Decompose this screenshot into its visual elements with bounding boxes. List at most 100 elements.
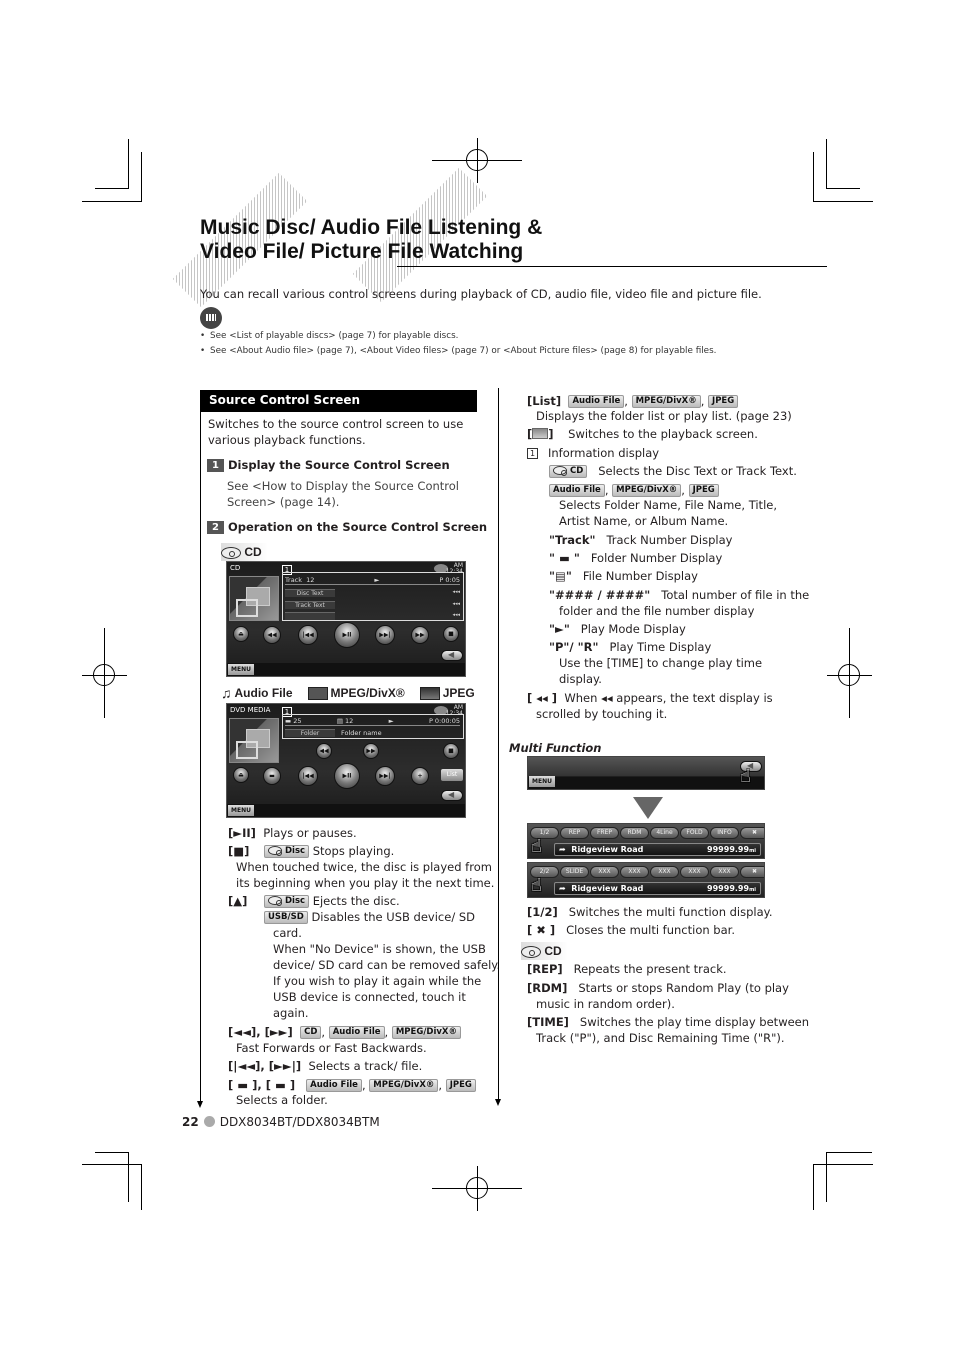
multi-function-button[interactable] <box>441 790 463 801</box>
eject-button[interactable]: ⏏ <box>233 626 249 642</box>
menu-button[interactable]: MENU <box>529 776 555 787</box>
jpeg-badge: JPEG <box>708 395 739 408</box>
desc-item: "P"/ "R" Play Time Display <box>549 640 712 654</box>
desc-item: "▤" File Number Display <box>549 569 698 583</box>
blank-text-row[interactable]: ◂◂◂ <box>285 612 460 621</box>
empty-button[interactable]: XXX <box>590 866 619 878</box>
arrow-down-icon <box>633 797 663 819</box>
navigation-bar[interactable]: ➦ Ridgeview Road 99999.99mi <box>554 843 761 856</box>
play-pause-button[interactable]: ▶II <box>334 763 360 789</box>
step-1-title: 1 Display the Source Control Screen <box>207 457 450 473</box>
page-footer: 22 DDX8034BT/DDX8034BTM <box>182 1115 380 1129</box>
playback-screen-icon <box>532 428 549 439</box>
fast-backward-button[interactable]: ◀◀ <box>316 743 332 759</box>
desc-scroll: [ ◂◂ ] When ◂◂ appears, the text display… <box>527 691 773 705</box>
playback-screen-button[interactable] <box>229 576 279 621</box>
page-number: 22 <box>182 1115 199 1129</box>
jpeg-badge: JPEG <box>445 1079 476 1092</box>
desc-folder: [ ▬ ], [ ▬ ] Audio File, MPEG/DivX®, JPE… <box>228 1077 476 1093</box>
page-title: Music Disc/ Audio File Listening & Video… <box>200 216 543 263</box>
close-bar-button[interactable]: ✖ <box>740 866 764 878</box>
previous-track-button[interactable]: |◀◀ <box>298 625 318 645</box>
empty-button[interactable]: XXX <box>620 866 649 878</box>
disc-text-row[interactable]: Disc Text ◂◂◂ <box>285 589 460 598</box>
previous-track-button[interactable]: |◀◀ <box>298 766 318 786</box>
desc-list-text: Displays the folder list or play list. (… <box>536 409 792 423</box>
multi-function-button[interactable] <box>441 650 463 661</box>
section-heading: Source Control Screen <box>200 390 477 412</box>
desc-usb-line: card. <box>273 926 302 940</box>
desc-stop-line: When touched twice, the disc is played f… <box>236 860 492 874</box>
mpeg-divx-badge: MPEG/DivX® <box>612 484 682 497</box>
scroll-icon[interactable]: ◂◂◂ <box>452 612 460 621</box>
desc-file-info: Artist Name, or Album Name. <box>559 514 729 528</box>
fold-button[interactable]: FOLD <box>680 827 709 839</box>
cd-source-label: CD <box>221 543 268 561</box>
bottom-bar <box>227 663 465 676</box>
fast-forward-button[interactable]: ▶▶ <box>411 626 429 644</box>
mpeg-divx-badge: MPEG/DivX® <box>631 395 701 408</box>
scroll-icon[interactable]: ◂◂◂ <box>452 589 460 598</box>
info-display[interactable]: Track 12 ► P 0:05 Disc Text ◂◂◂ Track Tex… <box>282 572 464 621</box>
rep-button[interactable]: REP <box>560 827 589 839</box>
empty-button[interactable]: XXX <box>650 866 679 878</box>
fast-forward-button[interactable]: ▶▶ <box>363 743 379 759</box>
title-underline <box>397 266 827 267</box>
cd-badge: CD <box>549 465 588 478</box>
disc-text-button[interactable]: Disc Text <box>285 589 335 597</box>
folder-up-button[interactable]: + <box>411 767 429 785</box>
track-text-row[interactable]: Track Text ◂◂◂ <box>285 601 460 610</box>
fast-backward-button[interactable]: ◀◀ <box>263 626 281 644</box>
play-pause-button[interactable]: ▶II <box>334 622 360 648</box>
menu-button[interactable]: MENU <box>228 664 254 675</box>
slide-button[interactable]: SLIDE <box>560 866 589 878</box>
folder-text-button[interactable]: Folder <box>285 729 335 737</box>
desc-fast-forward: [◄◄], [►►] CD, Audio File, MPEG/DivX® <box>228 1024 461 1040</box>
model-name: DDX8034BT/DDX8034BTM <box>219 1115 380 1129</box>
track-text-button[interactable]: Track Text <box>285 601 335 609</box>
folder-down-button[interactable]: ▬ <box>263 767 281 785</box>
rdm-button[interactable]: RDM <box>620 827 649 839</box>
bullet-icon <box>203 1116 215 1127</box>
track-row: Track 12 ► P 0:05 <box>285 576 460 585</box>
frep-button[interactable]: FREP <box>590 827 619 839</box>
menu-button[interactable]: MENU <box>228 805 254 816</box>
file-source-labels: ♫ Audio File MPEG/DivX® JPEG <box>221 685 475 701</box>
close-bar-button[interactable]: ✖ <box>740 827 764 839</box>
eject-button[interactable]: ⏏ <box>233 767 249 783</box>
stop-button[interactable]: ■ <box>443 626 459 642</box>
desc-usb-line: again. <box>273 1006 309 1020</box>
info-button[interactable]: INFO <box>710 827 739 839</box>
4line-button[interactable]: 4Line <box>650 827 679 839</box>
next-track-button[interactable]: ▶▶| <box>375 625 395 645</box>
cd-badge: CD <box>300 1026 322 1039</box>
desc-usb-line: USB device is connected, touch it <box>273 990 466 1004</box>
multi-function-bar-1: 1/2 REP FREP RDM 4Line FOLD INFO ✖ ➦ Rid… <box>527 823 765 859</box>
info-display[interactable]: ▬ 25 ▤ 12 ► P 0:00:05 Folder Folder name <box>282 714 464 739</box>
desc-item: "Track" Track Number Display <box>549 533 733 547</box>
desc-cd-mf: [REP] Repeats the present track. <box>527 962 727 976</box>
empty-button[interactable]: XXX <box>680 866 709 878</box>
media-control-screen: DVD MEDIA AM 12:34 1 ▬ 25 ▤ 12 ► P 0:00:0… <box>226 703 466 818</box>
empty-button[interactable]: XXX <box>710 866 739 878</box>
section-desc: various playback functions. <box>208 433 366 447</box>
file-badges: Audio File, MPEG/DivX®, JPEG <box>549 482 719 498</box>
hand-pointer-icon: ☝ <box>531 836 542 857</box>
arrow-down-icon <box>495 1099 501 1106</box>
list-button[interactable]: List <box>441 769 463 781</box>
audio-file-badge: Audio File <box>306 1079 362 1092</box>
desc-item-line: folder and the file number display <box>559 604 755 618</box>
navigation-bar[interactable]: ➦ Ridgeview Road 99999.99mi <box>554 882 761 895</box>
multi-function-bar-2: 2/2 SLIDE XXX XXX XXX XXX XXX ✖ ➦ Ridgev… <box>527 862 765 898</box>
step-1-text: See <How to Display the Source Control <box>227 479 459 493</box>
scroll-icon[interactable]: ◂◂◂ <box>452 601 460 610</box>
playback-screen-button[interactable] <box>229 718 279 763</box>
note-icon <box>200 307 222 329</box>
stop-button[interactable]: ■ <box>443 743 459 759</box>
desc-stop: [■] Disc Stops playing. <box>228 844 395 858</box>
next-track-button[interactable]: ▶▶| <box>375 766 395 786</box>
source-name: CD <box>230 564 241 572</box>
desc-mf: [ ✖ ] Closes the multi function bar. <box>527 923 735 937</box>
usb-sd-badge: USB/SD <box>264 911 308 924</box>
folder-row[interactable]: Folder Folder name <box>285 729 460 738</box>
